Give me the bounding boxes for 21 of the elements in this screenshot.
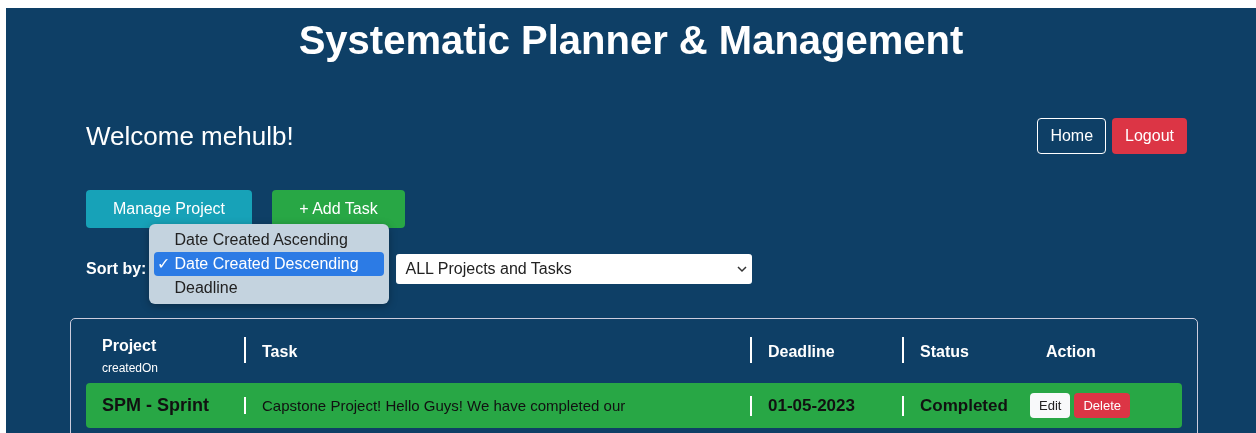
nav-button[interactable]: Logout — [1112, 118, 1187, 154]
column-header: Deadline — [768, 342, 836, 362]
row-action-button[interactable]: Delete — [1074, 393, 1130, 418]
chevron-down-icon — [737, 265, 748, 273]
menu-option[interactable]: Deadline — [154, 276, 385, 300]
task-cell: Capstone Project! Hello Guys! We have completed our — [244, 397, 750, 414]
row-action-button[interactable]: Edit — [1030, 393, 1071, 418]
column-header: Project — [102, 336, 158, 356]
column-header: Action — [1046, 342, 1097, 362]
column-header: Task — [262, 342, 299, 362]
welcome-heading: Welcome mehulb! — [86, 120, 294, 152]
page-title: Systematic Planner & Management — [297, 17, 965, 62]
nav-button[interactable]: Home — [1037, 118, 1107, 154]
column-subheader: createdOn — [102, 361, 160, 375]
menu-option[interactable]: Date Created Ascending — [154, 228, 385, 252]
menu-option[interactable]: ✓ Date Created Descending — [154, 252, 385, 276]
filter-select[interactable]: ALL Projects and Tasks — [396, 254, 753, 284]
column-header: Status — [920, 342, 970, 362]
deadline-cell: 01-05-2023 — [750, 395, 902, 416]
sort-label: Sort by: — [86, 260, 147, 278]
project-cell-text: SPM - Sprint — [101, 395, 210, 416]
